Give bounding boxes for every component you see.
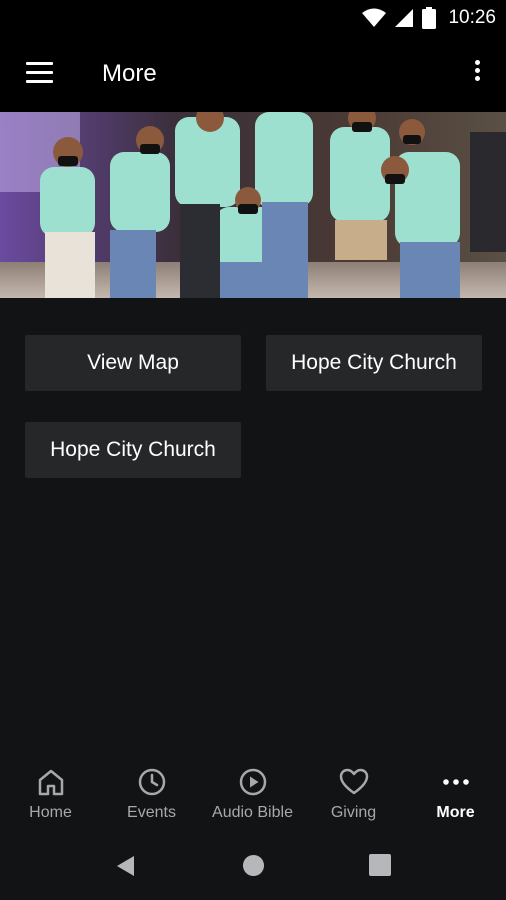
nav-item-more[interactable]: More — [405, 758, 506, 832]
nav-item-audio-bible[interactable]: Audio Bible — [202, 758, 303, 832]
hope-city-church-button-2[interactable]: Hope City Church — [25, 422, 241, 478]
hero-image — [0, 112, 506, 298]
battery-icon — [422, 7, 437, 29]
bottom-navigation: Home Events Audio Bible Giving More — [0, 758, 506, 832]
system-navigation-bar — [0, 832, 506, 900]
heart-icon — [339, 768, 368, 795]
home-icon — [38, 769, 63, 796]
hamburger-menu-icon[interactable] — [26, 62, 54, 84]
nav-label-giving: Giving — [330, 804, 377, 821]
signal-icon — [395, 9, 414, 27]
more-dots-icon — [442, 779, 469, 785]
app-bar: More — [0, 38, 506, 112]
page-title: More — [102, 60, 157, 87]
status-time: 10:26 — [448, 7, 496, 28]
hope-city-church-button[interactable]: Hope City Church — [266, 335, 482, 391]
hope-city-church-label: Hope City Church — [291, 351, 457, 374]
nav-item-home[interactable]: Home — [0, 758, 101, 832]
recents-icon[interactable] — [369, 854, 391, 876]
play-circle-icon — [239, 768, 266, 796]
hope-city-church-label-2: Hope City Church — [50, 438, 216, 461]
nav-label-home: Home — [29, 804, 72, 821]
home-circle-icon[interactable] — [242, 854, 265, 877]
nav-label-audio-bible: Audio Bible — [212, 804, 293, 821]
status-bar: 10:26 — [0, 0, 506, 38]
view-map-button[interactable]: View Map — [25, 335, 241, 391]
view-map-label: View Map — [87, 351, 179, 374]
nav-label-more: More — [436, 804, 475, 821]
nav-label-events: Events — [127, 804, 176, 821]
status-icons: 10:26 — [362, 7, 496, 29]
clock-icon — [138, 768, 165, 796]
back-icon[interactable] — [114, 854, 138, 878]
wifi-icon — [362, 8, 387, 27]
nav-item-events[interactable]: Events — [101, 758, 202, 832]
overflow-menu-icon[interactable] — [470, 60, 484, 90]
nav-item-giving[interactable]: Giving — [303, 758, 404, 832]
